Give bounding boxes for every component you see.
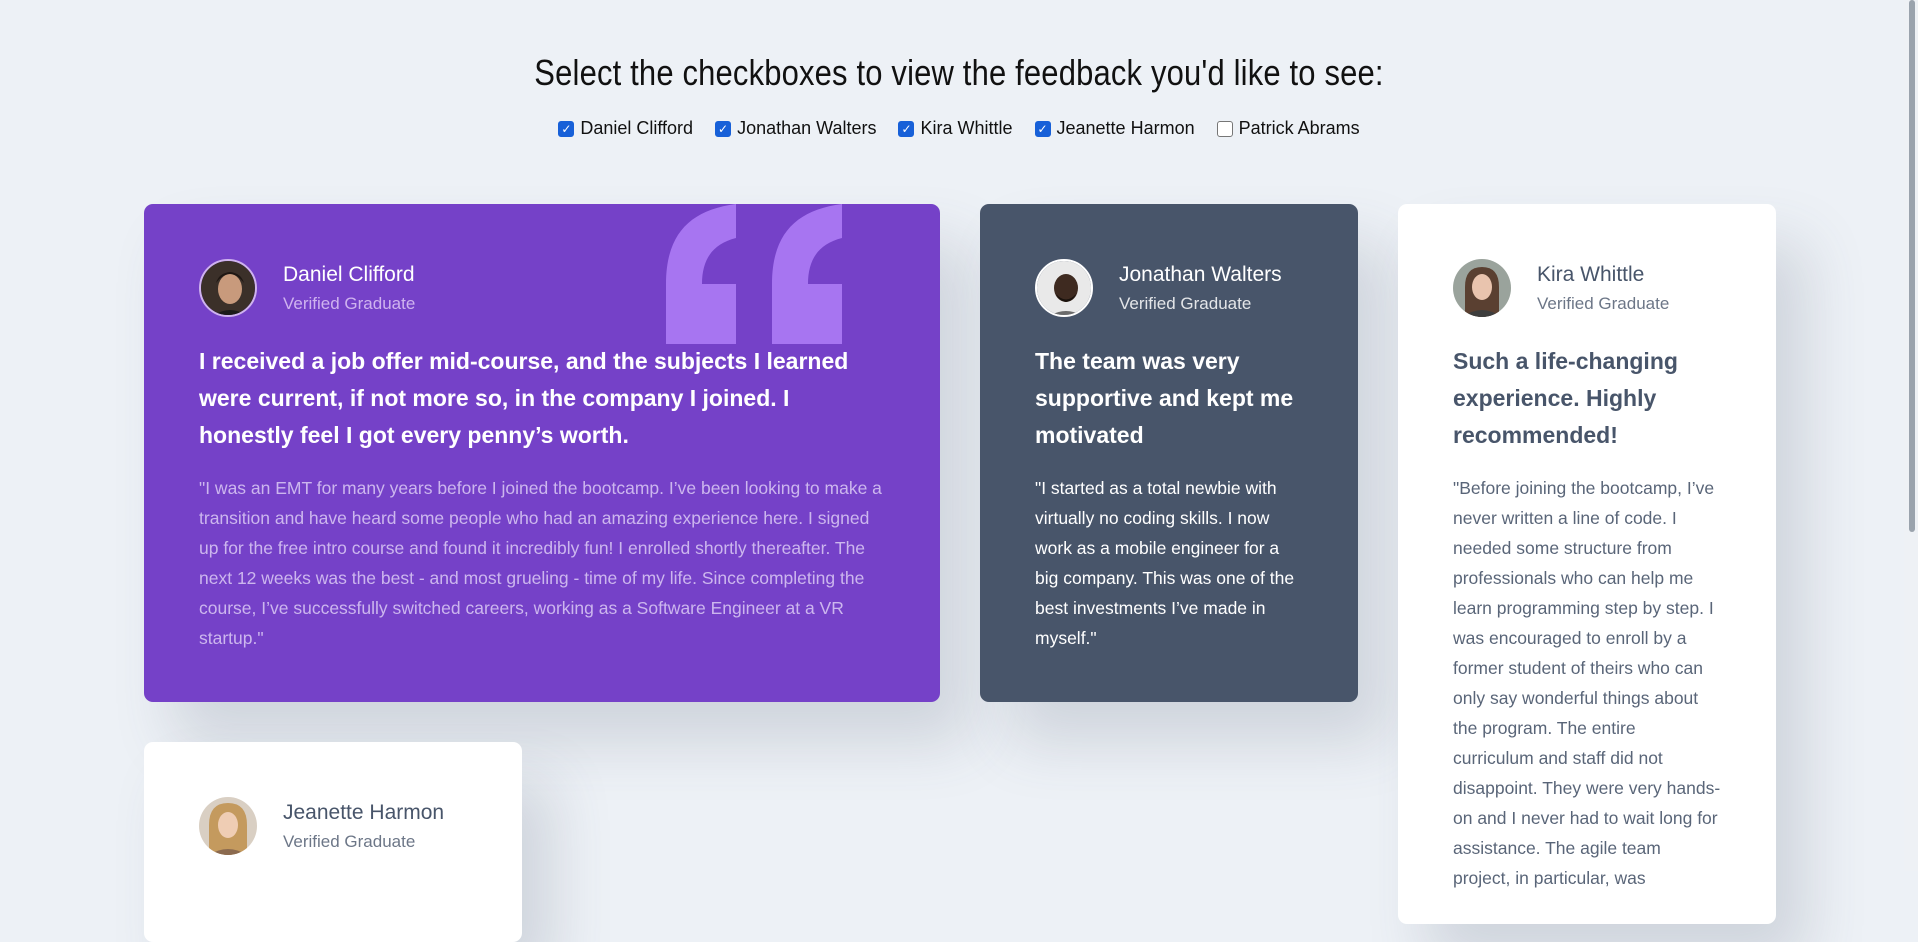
author-name: Daniel Clifford: [283, 263, 415, 286]
author-name: Jonathan Walters: [1119, 263, 1282, 286]
filter-label: Daniel Clifford: [580, 118, 694, 138]
filter-label: Patrick Abrams: [1238, 118, 1360, 138]
testimonial-title: Such a life-changing experience. Highly …: [1453, 348, 1678, 448]
testimonial-body: "I started as a total newbie with virtua…: [1035, 478, 1295, 648]
filter-jeanette-harmon[interactable]: ✓ Jeanette Harmon: [1034, 118, 1195, 139]
author-role: Verified Graduate: [283, 832, 416, 851]
testimonial-card-jonathan-walters: Jonathan Walters Verified Graduate The t…: [980, 204, 1358, 702]
checkmark-icon: ✓: [718, 121, 729, 136]
avatar-daniel-clifford: [199, 259, 257, 317]
author-role: Verified Graduate: [1119, 294, 1252, 313]
checkmark-icon: ✓: [901, 121, 912, 136]
filter-label: Jonathan Walters: [737, 118, 877, 138]
filter-label: Kira Whittle: [920, 118, 1013, 138]
checkbox-jeanette-harmon[interactable]: ✓: [1034, 120, 1051, 137]
filter-label: Jeanette Harmon: [1056, 118, 1195, 138]
avatar-jonathan-walters: [1035, 259, 1093, 317]
filter-patrick-abrams[interactable]: Patrick Abrams: [1216, 118, 1360, 139]
avatar-kira-whittle: [1453, 259, 1511, 317]
filter-daniel-clifford[interactable]: ✓ Daniel Clifford: [558, 118, 693, 139]
checkbox-jonathan-walters[interactable]: ✓: [715, 120, 732, 137]
author-name: Jeanette Harmon: [283, 801, 445, 824]
checkbox-kira-whittle[interactable]: ✓: [898, 120, 915, 137]
testimonial-card-daniel-clifford: Daniel Clifford Verified Graduate I rece…: [144, 204, 940, 702]
checkmark-icon: ✓: [561, 121, 572, 136]
testimonial-card-jeanette-harmon: Jeanette Harmon Verified Graduate: [144, 742, 522, 942]
filter-kira-whittle[interactable]: ✓ Kira Whittle: [898, 118, 1013, 139]
feedback-filters: ✓ Daniel Clifford ✓ Jonathan Walters ✓ K…: [0, 118, 1918, 139]
page-heading: Select the checkboxes to view the feedba…: [534, 52, 1384, 93]
author-role: Verified Graduate: [283, 294, 416, 313]
scrollbar-thumb[interactable]: [1909, 0, 1915, 532]
testimonial-body: "I was an EMT for many years before I jo…: [199, 478, 882, 648]
filter-jonathan-walters[interactable]: ✓ Jonathan Walters: [715, 118, 876, 139]
testimonial-body: "Before joining the bootcamp, I’ve never…: [1453, 478, 1721, 888]
checkbox-daniel-clifford[interactable]: ✓: [558, 120, 575, 137]
author-role: Verified Graduate: [1537, 294, 1670, 313]
checkmark-icon: ✓: [1037, 121, 1048, 136]
author-name: Kira Whittle: [1537, 263, 1645, 286]
testimonial-title: The team was very supportive and kept me…: [1035, 348, 1294, 448]
testimonial-title: I received a job offer mid-course, and t…: [199, 348, 849, 448]
checkbox-patrick-abrams[interactable]: [1216, 120, 1233, 137]
page-scrollbar[interactable]: [1904, 0, 1918, 871]
avatar-jeanette-harmon: [199, 797, 257, 855]
testimonial-card-kira-whittle: Kira Whittle Verified Graduate Such a li…: [1398, 204, 1776, 924]
